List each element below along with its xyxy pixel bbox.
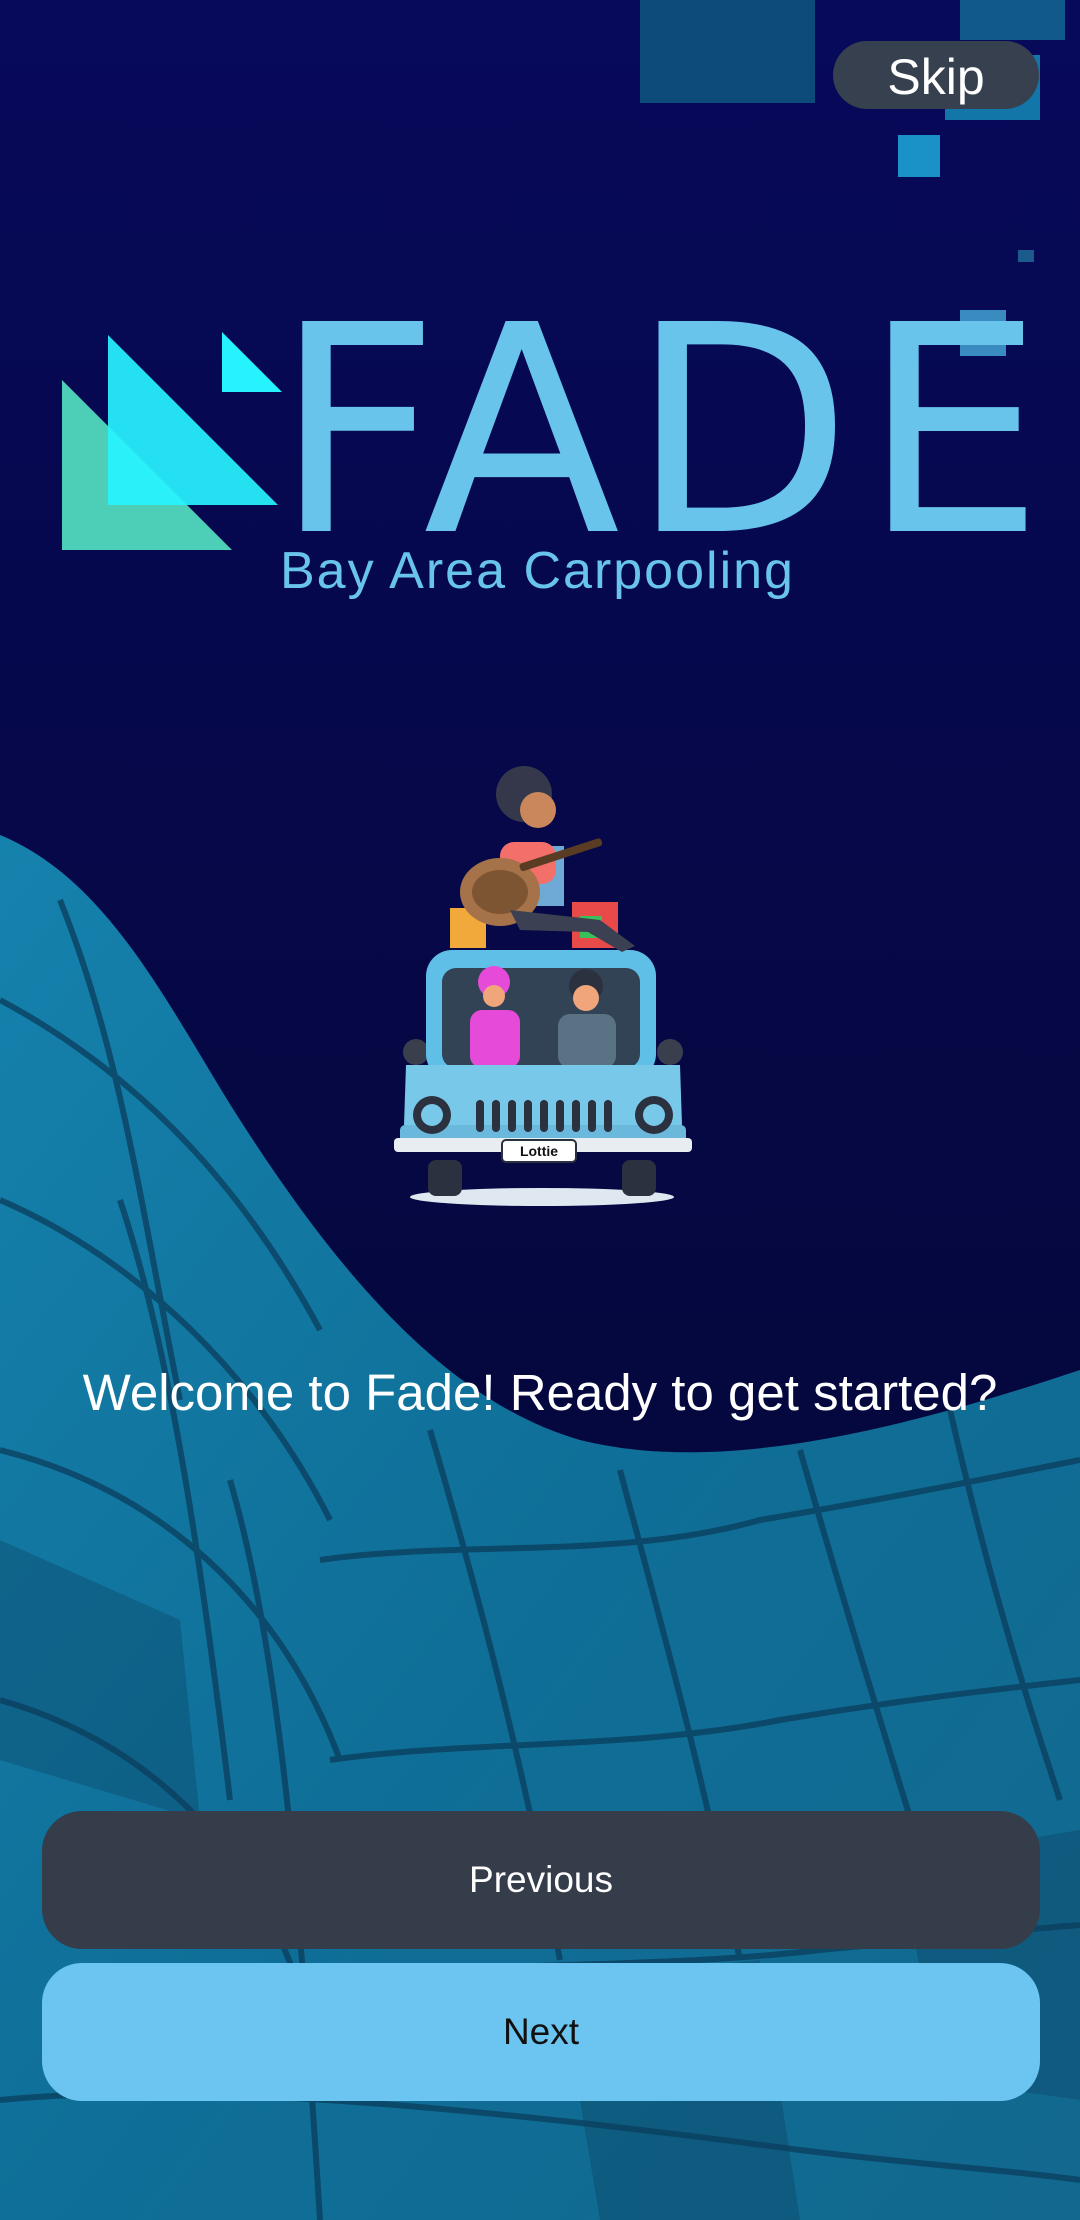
next-button[interactable]: Next: [42, 1963, 1040, 2101]
welcome-message: Welcome to Fade! Ready to get started?: [82, 1364, 998, 1421]
logo-tagline: Bay Area Carpooling: [280, 542, 795, 600]
logo-wordmark: FADE: [274, 264, 1054, 599]
previous-button[interactable]: Previous: [42, 1811, 1040, 1949]
license-plate: Lottie: [520, 1143, 558, 1159]
skip-button[interactable]: Skip: [833, 41, 1039, 109]
carpool-car-illustration: Lottie: [394, 766, 692, 1206]
